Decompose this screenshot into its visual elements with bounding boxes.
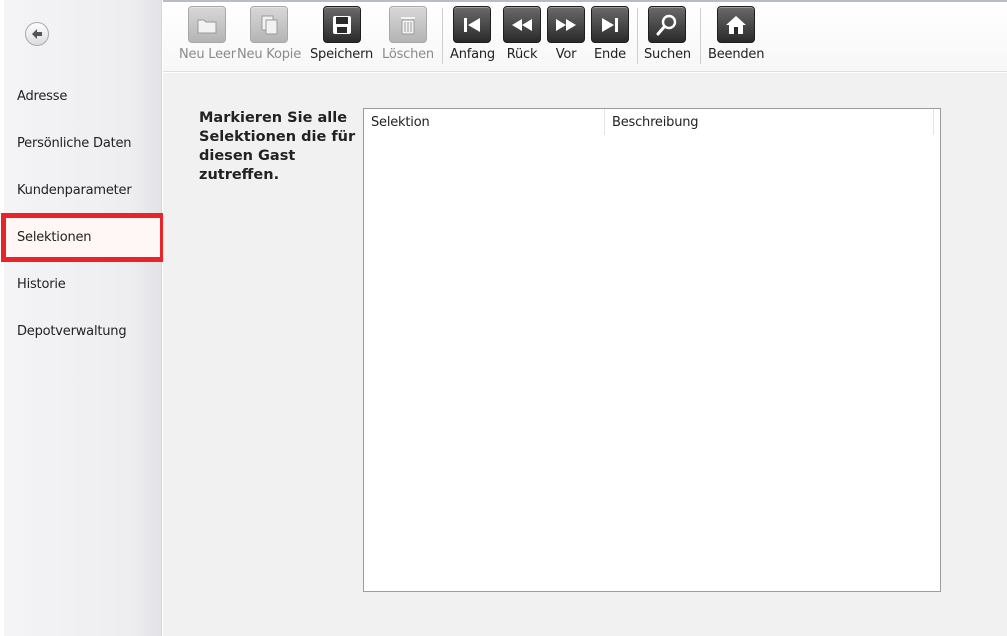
delete-button[interactable]: Löschen [382, 6, 434, 62]
new-copy-button[interactable]: Neu Kopie [237, 6, 301, 62]
sidebar-item-label: Adresse [17, 88, 68, 104]
sidebar-item-label: Selektionen [17, 230, 92, 245]
sidebar-item-label: Persönliche Daten [17, 135, 132, 151]
toolbar-separator [700, 8, 701, 64]
copy-document-icon [261, 15, 278, 34]
button-label: Neu Kopie [237, 47, 301, 62]
grid-header: Selektion Beschreibung [364, 109, 934, 135]
button-label: Anfang [450, 47, 495, 62]
button-label: Suchen [644, 47, 691, 62]
home-icon [726, 15, 747, 34]
button-label: Löschen [382, 47, 434, 62]
sidebar-item-label: Historie [17, 276, 66, 292]
last-record-button[interactable]: Ende [591, 6, 629, 62]
column-header-selektion[interactable]: Selektion [364, 109, 605, 135]
search-button[interactable]: Suchen [644, 6, 691, 62]
selections-grid[interactable]: Selektion Beschreibung [363, 108, 941, 592]
new-empty-button[interactable]: Neu Leer [179, 6, 236, 62]
sidebar-item-label: Kundenparameter [17, 182, 132, 198]
toolbar-separator [637, 8, 638, 64]
last-record-icon [602, 17, 618, 32]
toolbar: Neu Leer Neu Kopie Speichern Löschen Anf… [163, 0, 1007, 72]
toolbar-separator [442, 8, 443, 64]
first-record-button[interactable]: Anfang [450, 6, 495, 62]
instruction-text: Markieren Sie alle Selektionen die für d… [199, 110, 356, 183]
sidebar-item-historie[interactable]: Historie [4, 264, 162, 304]
back-button[interactable] [25, 22, 49, 46]
button-label: Ende [594, 47, 626, 62]
button-label: Speichern [310, 47, 374, 62]
column-header-beschreibung[interactable]: Beschreibung [605, 109, 934, 135]
first-record-icon [464, 17, 481, 32]
next-icon [556, 18, 576, 31]
sidebar-item-depotverwaltung[interactable]: Depotverwaltung [4, 311, 162, 351]
sidebar-item-label: Depotverwaltung [17, 323, 127, 339]
sidebar-item-persoenliche-daten[interactable]: Persönliche Daten [4, 123, 162, 163]
previous-button[interactable]: Rück [503, 6, 541, 62]
sidebar-item-adresse[interactable]: Adresse [4, 76, 162, 116]
arrow-left-circle-icon [32, 29, 42, 39]
previous-icon [512, 18, 532, 31]
save-button[interactable]: Speichern [310, 6, 373, 62]
main-content: Markieren Sie alle Selektionen die für d… [163, 73, 1007, 636]
button-label: Vor [555, 47, 577, 62]
sidebar-item-kundenparameter[interactable]: Kundenparameter [4, 170, 162, 210]
button-label: Neu Leer [179, 47, 236, 62]
next-button[interactable]: Vor [547, 6, 585, 62]
exit-button[interactable]: Beenden [708, 6, 764, 62]
trash-icon [400, 16, 415, 34]
sidebar: Adresse Persönliche Daten Kundenparamete… [1, 0, 165, 636]
button-label: Rück [506, 47, 538, 62]
save-icon [332, 15, 351, 34]
new-folder-icon [197, 19, 217, 33]
sidebar-item-selektionen[interactable]: Selektionen [1, 213, 165, 262]
search-icon [656, 14, 677, 35]
button-label: Beenden [708, 47, 765, 62]
